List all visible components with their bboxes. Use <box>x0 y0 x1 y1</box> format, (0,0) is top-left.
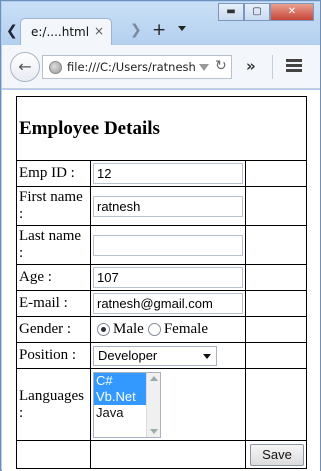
chevron-down-icon[interactable] <box>178 26 186 31</box>
history-dropdown-icon[interactable] <box>199 64 209 71</box>
address-bar[interactable]: file:///C:/Users/ratnesh, ↻ <box>42 55 232 79</box>
chevron-down-icon <box>203 353 211 359</box>
position-select-value: Developer <box>98 347 158 363</box>
empty-cell <box>245 264 307 291</box>
position-select[interactable]: Developer <box>93 345 217 366</box>
tab-title: e:/....html <box>31 25 90 39</box>
language-option[interactable]: Java <box>94 405 146 421</box>
email-label: E-mail : <box>16 290 91 317</box>
minimize-button[interactable]: ▬ <box>218 3 244 21</box>
close-window-button[interactable]: ✕ <box>270 3 314 21</box>
last-name-field[interactable] <box>93 234 243 256</box>
empty-cell <box>16 440 91 469</box>
chevron-left-icon[interactable]: ❮ <box>6 22 20 40</box>
empty-cell <box>245 342 307 369</box>
reload-icon[interactable]: ↻ <box>215 58 227 74</box>
empty-cell <box>245 186 307 226</box>
chevron-right-icon[interactable]: ❯ <box>130 22 142 38</box>
scroll-down-icon[interactable] <box>150 428 158 434</box>
page-content: Employee Details Emp ID : First name : L… <box>2 90 320 471</box>
email-field[interactable] <box>93 293 243 314</box>
age-label: Age : <box>16 264 91 291</box>
navigation-bar: ← file:///C:/Users/ratnesh, ↻ » <box>2 45 320 89</box>
page-title: Employee Details <box>16 96 307 161</box>
browser-window: ❮ e:/....html × ❯ + ▬ ▢ ✕ ← file:///C:/U… <box>0 0 321 471</box>
gender-radio-group: Male Female <box>93 321 243 338</box>
empty-cell <box>245 290 307 317</box>
first-name-field[interactable] <box>93 195 243 217</box>
close-icon[interactable]: × <box>94 24 104 38</box>
hamburger-menu-icon[interactable] <box>286 59 302 73</box>
first-name-label: First name : <box>16 186 91 226</box>
scroll-up-icon[interactable] <box>150 375 158 381</box>
female-radio-label[interactable]: Female <box>164 321 208 338</box>
globe-icon <box>49 61 62 74</box>
toolbar-divider <box>272 55 273 79</box>
male-radio[interactable] <box>97 323 110 336</box>
language-option[interactable]: C# <box>94 372 146 389</box>
window-controls: ▬ ▢ ✕ <box>218 3 314 21</box>
gender-label: Gender : <box>16 316 91 343</box>
male-radio-label[interactable]: Male <box>113 321 144 338</box>
plus-icon[interactable]: + <box>152 20 166 40</box>
back-arrow-icon[interactable]: ← <box>10 52 40 82</box>
female-radio[interactable] <box>147 323 161 336</box>
employee-form-table: Employee Details Emp ID : First name : L… <box>16 96 307 469</box>
empty-cell <box>245 368 307 441</box>
save-button[interactable]: Save <box>250 443 304 466</box>
title-bar: ❮ e:/....html × ❯ + ▬ ▢ ✕ <box>2 2 320 46</box>
language-option[interactable]: Vb.Net <box>94 388 146 405</box>
empty-cell <box>245 316 307 343</box>
toolbar-overflow-button[interactable]: » <box>246 57 256 75</box>
maximize-button[interactable]: ▢ <box>244 3 270 21</box>
empty-cell <box>90 440 246 469</box>
last-name-label: Last name : <box>16 225 91 265</box>
empty-cell <box>245 160 307 187</box>
position-label: Position : <box>16 342 91 369</box>
languages-label: Languages : <box>16 368 91 441</box>
empty-cell <box>245 225 307 265</box>
listbox-scrollbar[interactable] <box>146 372 160 437</box>
emp-id-field[interactable] <box>93 163 243 184</box>
emp-id-label: Emp ID : <box>16 160 91 187</box>
url-text[interactable]: file:///C:/Users/ratnesh, <box>67 60 195 74</box>
browser-tab[interactable]: e:/....html × <box>20 18 112 46</box>
age-field[interactable] <box>93 267 243 288</box>
languages-listbox[interactable]: C# Vb.Net Java <box>93 371 161 438</box>
